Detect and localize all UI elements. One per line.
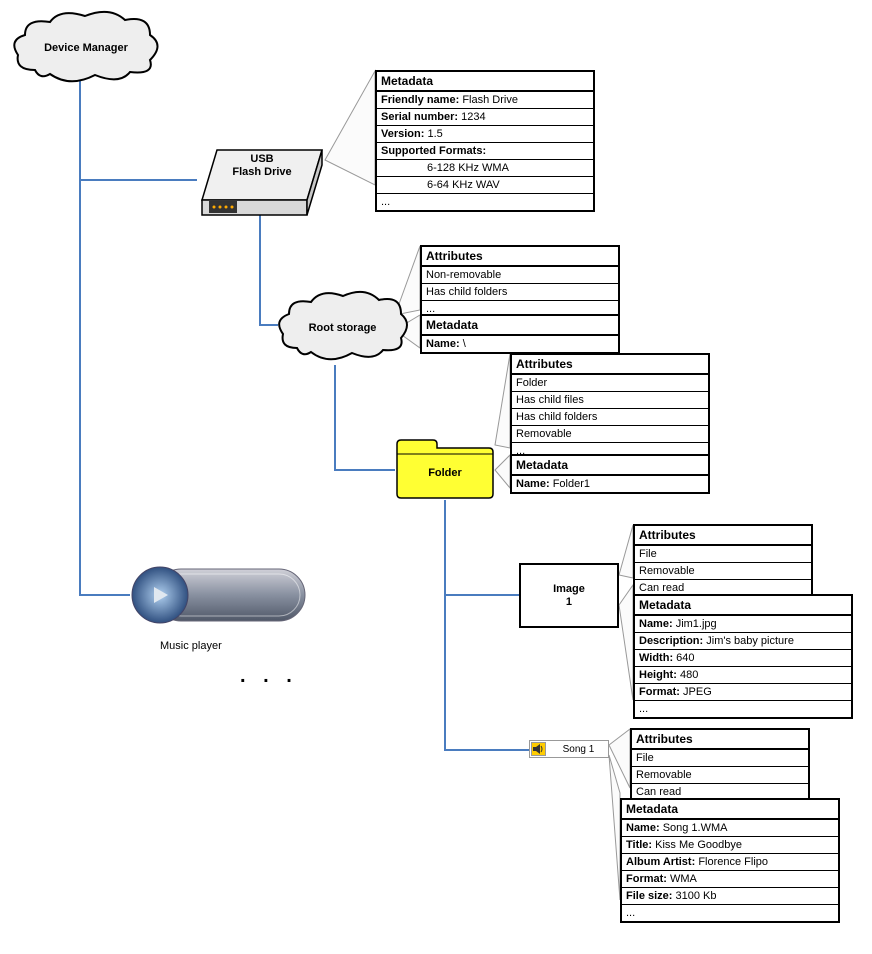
- root-storage-label: Root storage: [309, 322, 377, 334]
- usb-metadata-panel: Metadata Friendly name: Flash Drive Seri…: [375, 70, 595, 212]
- folder-attributes-panel: Attributes Folder Has child files Has ch…: [510, 353, 710, 461]
- usb-label: USBFlash Drive: [232, 153, 291, 179]
- root-attributes-panel: Attributes Non-removable Has child folde…: [420, 245, 620, 319]
- song-label: Song 1: [550, 744, 607, 755]
- folder-label: Folder: [428, 467, 462, 479]
- speaker-icon: [531, 742, 546, 756]
- image-attributes-panel: Attributes File Removable Can read: [633, 524, 813, 598]
- root-metadata-panel: Metadata Name: \: [420, 314, 620, 354]
- song-metadata-panel: Metadata Name: Song 1.WMA Title: Kiss Me…: [620, 798, 840, 923]
- music-player-label: Music player: [160, 640, 222, 652]
- ellipsis-dots: . . .: [240, 665, 298, 688]
- device-manager-node: Device Manager: [10, 10, 162, 85]
- image-node: Image1: [519, 563, 619, 628]
- music-player-node: [130, 560, 315, 630]
- folder-node: Folder: [395, 434, 495, 504]
- song-node: Song 1: [529, 740, 609, 758]
- song-attributes-panel: Attributes File Removable Can read: [630, 728, 810, 802]
- image-metadata-panel: Metadata Name: Jim1.jpg Description: Jim…: [633, 594, 853, 719]
- device-manager-label: Device Manager: [44, 42, 128, 54]
- root-storage-node: Root storage: [275, 290, 410, 365]
- folder-metadata-panel: Metadata Name: Folder1: [510, 454, 710, 494]
- usb-flash-drive-node: USBFlash Drive: [197, 145, 327, 215]
- image-label: Image1: [553, 583, 585, 607]
- panel-title: Metadata: [377, 72, 593, 92]
